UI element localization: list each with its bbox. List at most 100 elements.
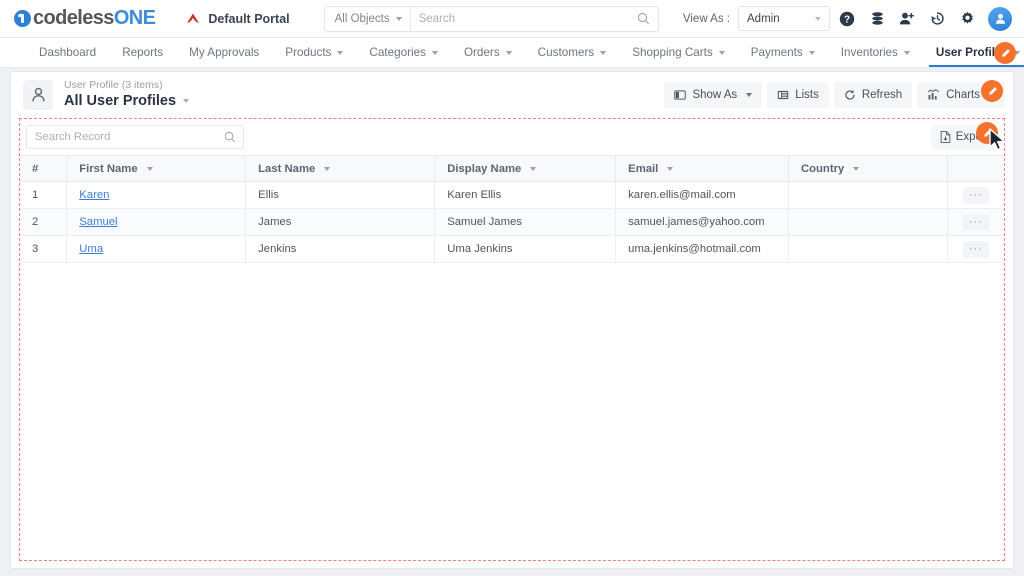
nav-item-reports[interactable]: Reports	[109, 38, 176, 67]
sort-caret-icon[interactable]	[146, 166, 153, 171]
chevron-down-icon	[183, 99, 190, 103]
nav-item-products[interactable]: Products	[272, 38, 356, 67]
chevron-down-icon	[808, 50, 815, 55]
portal-selector[interactable]: Default Portal	[185, 11, 290, 26]
table-row[interactable]: 1 Karen Ellis Karen Ellis karen.ellis@mail.c…	[20, 181, 1004, 209]
column-header-index[interactable]: #	[20, 155, 68, 182]
cell-n: 3	[20, 235, 68, 263]
refresh-label: Refresh	[861, 88, 903, 101]
history-icon[interactable]	[924, 6, 950, 32]
user-profiles-table: # First Name Last Name Display Name Email Cou…	[20, 155, 1004, 263]
pencil-icon	[1001, 48, 1010, 57]
chevron-down-icon	[431, 50, 438, 55]
refresh-icon	[845, 89, 855, 100]
record-link[interactable]: Samuel	[79, 216, 117, 228]
nav-item-inventories[interactable]: Inventories	[828, 38, 923, 67]
cell-display: Karen Ellis	[434, 181, 617, 209]
avatar[interactable]	[988, 6, 1012, 31]
row-actions-button[interactable]: ···	[962, 213, 989, 231]
column-header-label: Last Name	[258, 162, 316, 175]
table-row[interactable]: 2 Samuel James Samuel James samuel.james@yah…	[20, 208, 1004, 236]
nav-item-categories[interactable]: Categories	[356, 38, 451, 67]
portal-label: Default Portal	[208, 11, 290, 26]
sort-caret-icon[interactable]	[324, 166, 331, 171]
cell-actions[interactable]: ···	[947, 235, 1004, 263]
record-search[interactable]	[26, 125, 244, 149]
object-filter-label: All Objects	[334, 12, 390, 25]
user-profile-icon	[31, 87, 45, 102]
cell-n: 2	[20, 208, 68, 236]
cell-n: 1	[20, 181, 68, 209]
portal-triangle-icon	[187, 13, 200, 23]
nav-item-dashboard[interactable]: Dashboard	[26, 38, 109, 67]
nav-item-label: Orders	[463, 46, 500, 59]
nav-item-label: Inventories	[840, 46, 898, 59]
lists-button[interactable]: Lists	[767, 81, 829, 108]
lists-icon	[777, 90, 789, 99]
top-bar-right: View As : Admin ?	[683, 6, 1012, 32]
column-header-first-name[interactable]: First Name	[66, 155, 247, 182]
nav-item-shopping-carts[interactable]: Shopping Carts	[619, 38, 738, 67]
gear-icon[interactable]	[954, 6, 980, 32]
nav-item-customers[interactable]: Customers	[525, 38, 620, 67]
cell-country	[788, 208, 948, 236]
circle-one-icon	[14, 10, 31, 27]
editable-region: Export # First Name Last Name Display Name E…	[19, 118, 1005, 561]
record-link[interactable]: Karen	[79, 189, 109, 201]
chevron-down-icon	[815, 16, 821, 21]
refresh-button[interactable]: Refresh	[833, 81, 913, 108]
sort-caret-icon[interactable]	[853, 166, 860, 171]
global-search[interactable]: All Objects	[323, 5, 659, 32]
sort-caret-icon[interactable]	[667, 166, 674, 171]
search-record-input[interactable]	[27, 131, 224, 143]
column-header-country[interactable]: Country	[788, 155, 948, 182]
column-header-display-name[interactable]: Display Name	[434, 155, 617, 182]
show-as-label: Show As	[692, 88, 738, 101]
row-actions-button[interactable]: ···	[962, 240, 989, 258]
table-row[interactable]: 3 Uma Jenkins Uma Jenkins uma.jenkins@hotmai…	[20, 235, 1004, 263]
row-actions-button[interactable]: ···	[962, 186, 989, 204]
app-logo[interactable]: codeless ONE	[14, 7, 156, 30]
nav-item-label: Products	[285, 46, 332, 59]
search-icon[interactable]	[224, 131, 236, 143]
top-bar: codeless ONE Default Portal All Objects …	[0, 0, 1024, 38]
view-as-dropdown[interactable]: Admin	[738, 6, 830, 31]
column-header-actions[interactable]	[947, 155, 1004, 182]
export-file-icon	[940, 131, 951, 143]
nav-item-orders[interactable]: Orders	[451, 38, 525, 67]
object-avatar	[23, 79, 53, 110]
column-header-last-name[interactable]: Last Name	[245, 155, 436, 182]
search-icon[interactable]	[637, 12, 650, 25]
column-header-label: Display Name	[447, 162, 522, 175]
avatar-icon	[995, 13, 1005, 24]
table-header: # First Name Last Name Display Name Email Cou…	[20, 155, 1004, 182]
database-icon[interactable]	[864, 6, 890, 32]
charts-label: Charts	[946, 88, 980, 101]
show-as-icon	[674, 89, 687, 100]
table-header-row: # First Name Last Name Display Name Email Cou…	[20, 155, 1004, 182]
object-filter-dropdown[interactable]: All Objects	[325, 6, 411, 31]
view-as-label: View As :	[682, 12, 730, 25]
sort-caret-icon[interactable]	[530, 166, 537, 171]
nav-item-my-approvals[interactable]: My Approvals	[176, 38, 272, 67]
nav-edit-fab-button[interactable]	[994, 42, 1016, 64]
list-view-card: User Profile (3 items) All User Profiles…	[10, 71, 1014, 569]
show-as-button[interactable]: Show As	[664, 81, 763, 108]
cell-first: Samuel	[66, 208, 247, 236]
record-link[interactable]: Uma	[79, 243, 103, 255]
logo-text-light: ONE	[113, 7, 156, 29]
help-icon[interactable]: ?	[834, 6, 860, 32]
cell-email: uma.jenkins@hotmail.com	[615, 235, 789, 263]
cell-country	[788, 181, 948, 209]
list-view-selector[interactable]: All User Profiles	[64, 92, 190, 110]
cell-actions[interactable]: ···	[947, 181, 1004, 209]
pencil-icon	[988, 86, 997, 95]
add-user-icon[interactable]	[894, 6, 920, 32]
cell-actions[interactable]: ···	[947, 208, 1004, 236]
search-input[interactable]	[410, 12, 637, 25]
column-header-email[interactable]: Email	[615, 155, 789, 182]
nav-item-label: Customers	[537, 46, 595, 59]
card-edit-fab-button[interactable]	[981, 80, 1003, 102]
cell-email: samuel.james@yahoo.com	[615, 208, 789, 236]
nav-item-payments[interactable]: Payments	[738, 38, 828, 67]
